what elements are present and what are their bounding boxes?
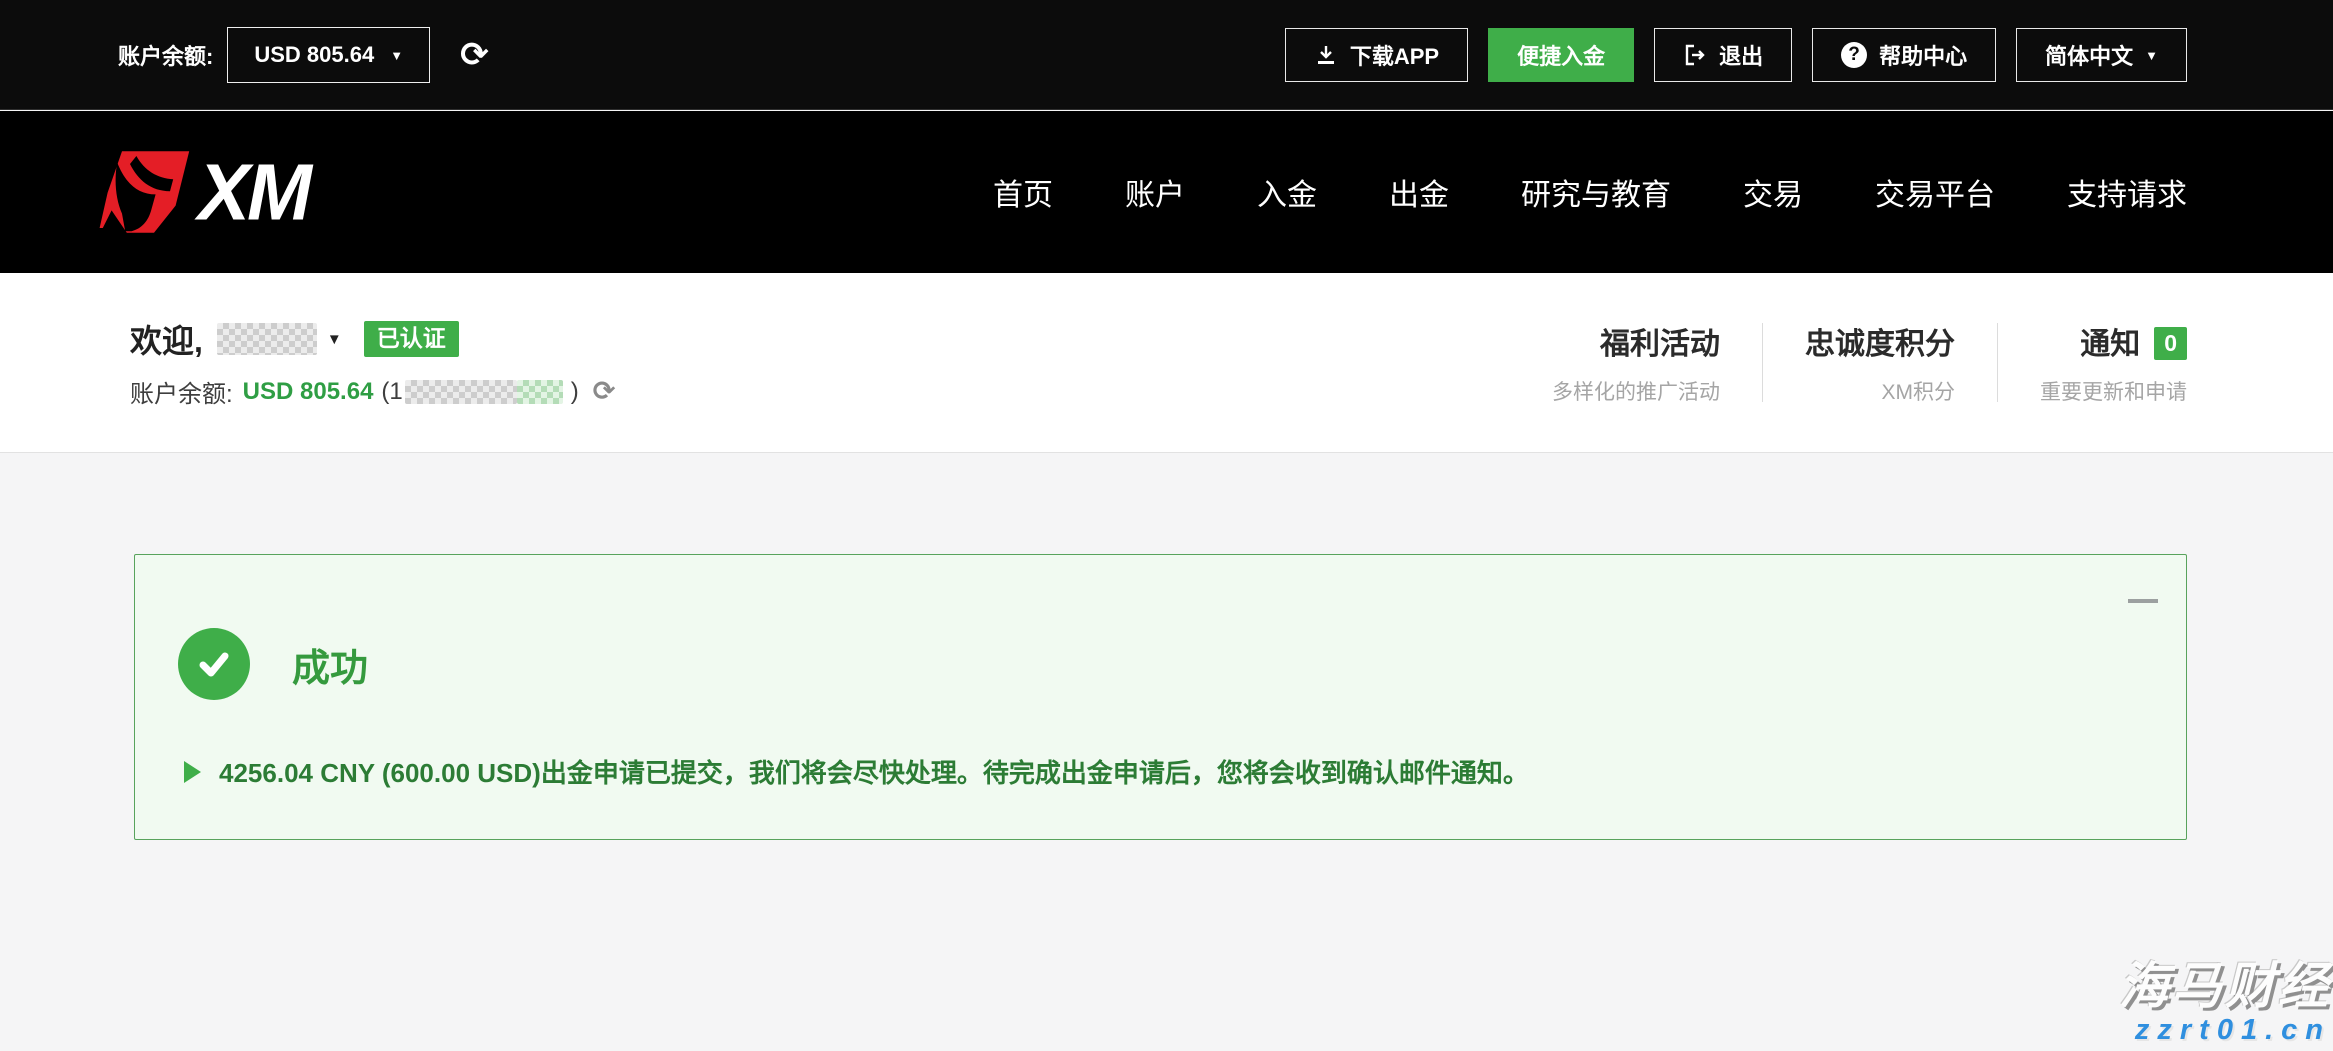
loyalty-subtitle: XM积分 [1805,376,1955,406]
loyalty-points-link[interactable]: 忠诚度积分 XM积分 [1763,319,1997,406]
download-app-button[interactable]: 下载APP [1285,28,1468,82]
watermark-url: zzrt01.cn [2119,1016,2331,1045]
nav-item-account[interactable]: 账户 [1125,170,1185,214]
language-selector[interactable]: 简体中文 ▼ [2016,28,2187,82]
bullet-triangle-icon [184,761,201,783]
account-number-redacted-green [517,380,563,404]
account-number-close-paren: ) [571,378,579,406]
main-nav: 首页 账户 入金 出金 研究与教育 交易 交易平台 支持请求 [993,170,2187,214]
currency-balance-dropdown[interactable]: USD 805.64 ▼ [227,27,430,83]
refresh-balance-icon[interactable]: ⟳ [460,38,489,72]
chevron-down-icon: ▼ [390,49,403,62]
alert-message-row: 4256.04 CNY (600.00 USD)出金申请已提交，我们将会尽快处理… [184,753,1529,790]
welcome-strip: 欢迎, ▼ 已认证 账户余额: USD 805.64 (1 ) ⟳ 福利活动 多… [0,273,2333,453]
loyalty-title: 忠诚度积分 [1805,319,1955,363]
promotions-link[interactable]: 福利活动 多样化的推广活动 [1552,319,1762,406]
nav-item-platforms[interactable]: 交易平台 [1875,170,1995,214]
currency-balance-value: USD 805.64 [254,42,374,68]
logout-label: 退出 [1719,39,1763,71]
account-balance-row: 账户余额: USD 805.64 (1 ) ⟳ [130,374,615,409]
account-number-open-paren: (1 [381,378,402,406]
nav-item-deposit[interactable]: 入金 [1257,170,1317,214]
account-balance-label: 账户余额: [130,374,233,409]
topbar-buttons: 下载APP 便捷入金 退出 ? 帮助中心 简体中文 ▼ [1285,28,2187,82]
quick-deposit-button[interactable]: 便捷入金 [1488,28,1634,82]
language-label: 简体中文 [2045,39,2133,71]
top-utility-bar: 账户余额: USD 805.64 ▼ ⟳ 下载APP 便捷入金 退出 ? 帮助中… [0,0,2333,110]
logo-text: XM [198,152,309,232]
nav-item-withdraw[interactable]: 出金 [1389,170,1449,214]
balance-label: 账户余额: [118,39,213,71]
nav-item-support[interactable]: 支持请求 [2067,170,2187,214]
verified-status-badge: 已认证 [364,321,459,356]
welcome-greeting: 欢迎, [130,316,203,362]
help-center-button[interactable]: ? 帮助中心 [1812,28,1996,82]
nav-item-home[interactable]: 首页 [993,170,1053,214]
notifications-subtitle: 重要更新和申请 [2040,376,2187,406]
nav-item-research-education[interactable]: 研究与教育 [1521,170,1671,214]
main-nav-bar: XM 首页 账户 入金 出金 研究与教育 交易 交易平台 支持请求 [0,111,2333,273]
promotions-subtitle: 多样化的推广活动 [1552,376,1720,406]
logout-icon [1683,43,1707,67]
logout-button[interactable]: 退出 [1654,28,1792,82]
alert-title: 成功 [292,637,368,692]
welcome-row: 欢迎, ▼ 已认证 [130,316,615,362]
help-center-label: 帮助中心 [1879,39,1967,71]
account-dropdown-caret-icon[interactable]: ▼ [327,331,342,348]
notifications-link[interactable]: 通知 0 重要更新和申请 [1998,319,2187,406]
account-number-redacted [405,380,517,404]
download-app-label: 下载APP [1350,39,1439,71]
bull-icon [98,148,194,236]
welcome-left: 欢迎, ▼ 已认证 账户余额: USD 805.64 (1 ) ⟳ [130,316,615,409]
nav-item-trading[interactable]: 交易 [1743,170,1803,214]
chevron-down-icon: ▼ [2145,49,2158,62]
welcome-quick-links: 福利活动 多样化的推广活动 忠诚度积分 XM积分 通知 0 重要更新和申请 [1552,319,2187,406]
alert-header: 成功 [178,628,368,700]
watermark-brand: 海马财经 [2119,961,2331,1011]
success-alert: 成功 4256.04 CNY (600.00 USD)出金申请已提交，我们将会尽… [134,554,2187,840]
xm-logo[interactable]: XM [98,148,309,236]
alert-message: 4256.04 CNY (600.00 USD)出金申请已提交，我们将会尽快处理… [219,753,1529,790]
account-balance-value: USD 805.64 [243,378,374,406]
quick-deposit-label: 便捷入金 [1517,39,1605,71]
success-check-icon [178,628,250,700]
download-icon [1314,43,1338,67]
help-icon: ? [1841,42,1867,68]
promotions-title: 福利活动 [1552,319,1720,363]
account-name-redacted[interactable] [217,323,317,355]
collapse-alert-button[interactable] [2128,599,2158,603]
notification-count-badge: 0 [2154,327,2187,360]
site-watermark: 海马财经 zzrt01.cn [2119,961,2331,1045]
notifications-title: 通知 [2080,328,2140,361]
refresh-account-icon[interactable]: ⟳ [593,378,616,405]
